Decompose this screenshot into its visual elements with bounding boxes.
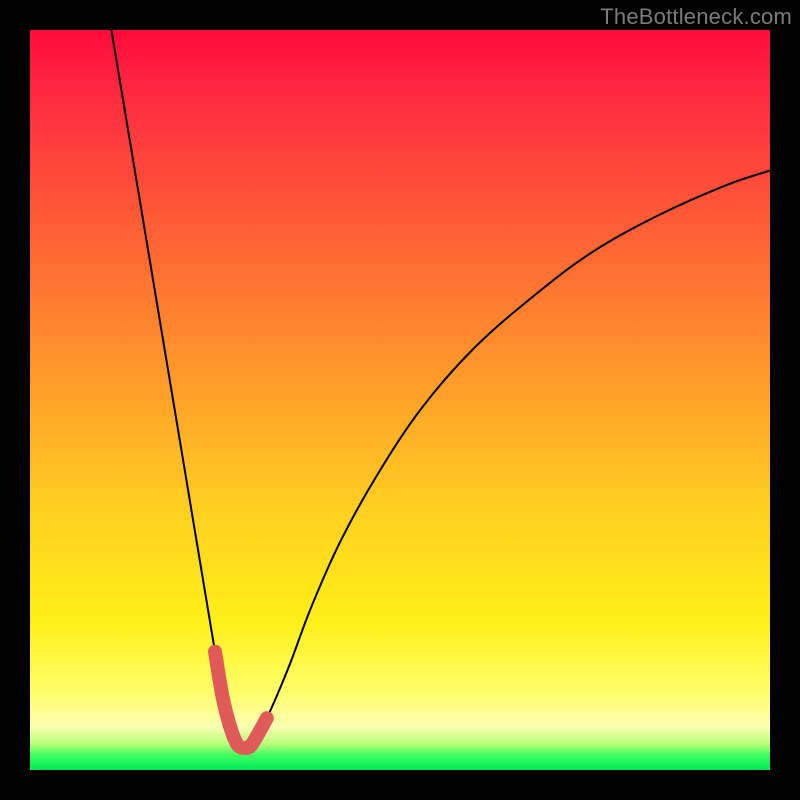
curve-layer [30, 30, 770, 770]
watermark-text: TheBottleneck.com [600, 4, 792, 30]
plot-area [30, 30, 770, 770]
optimal-zone-highlight [215, 652, 267, 748]
chart-frame: TheBottleneck.com [0, 0, 800, 800]
bottleneck-curve [111, 30, 770, 748]
